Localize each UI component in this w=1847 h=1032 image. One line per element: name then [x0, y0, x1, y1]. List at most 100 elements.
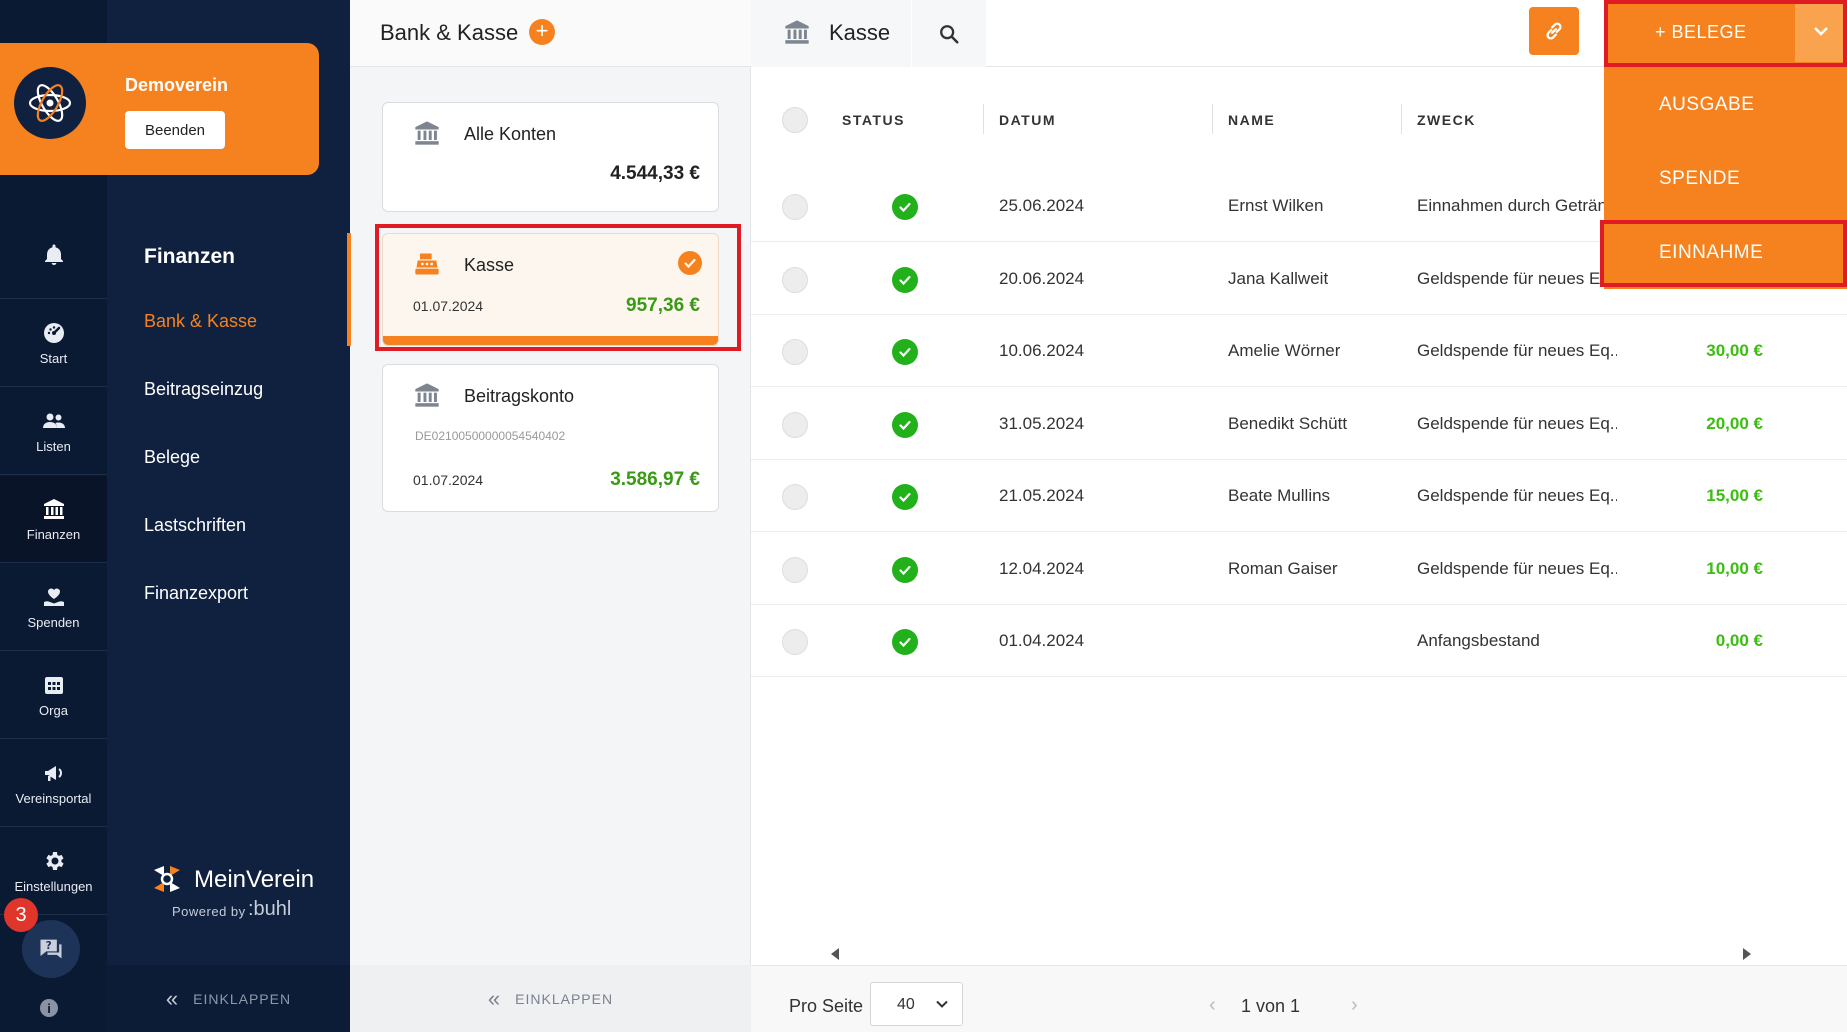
rail-start[interactable]: Start [0, 300, 107, 387]
table-row[interactable]: 31.05.2024 Benedikt Schütt Geldspende für … [751, 388, 1847, 460]
cell-date: 31.05.2024 [999, 413, 1085, 433]
nav-item-lastschriften[interactable]: Lastschriften [144, 515, 246, 536]
menu-item-einnahme[interactable]: EINNAHME [1659, 242, 1763, 264]
cell-name: Benedikt Schütt [1228, 413, 1348, 433]
account-card-all[interactable]: Alle Konten 4.544,33 € [382, 102, 719, 212]
calendar-icon [44, 676, 63, 694]
table-row[interactable]: 01.04.2024 Anfangsbestand 0,00 € [751, 605, 1847, 677]
status-check-icon [892, 411, 918, 438]
cell-purpose: Geldspende für neues Eq [1417, 268, 1610, 288]
belege-toggle[interactable] [1795, 0, 1847, 62]
account-card-kasse[interactable]: Kasse 01.07.2024 957,36 € [382, 233, 719, 346]
accounts-collapse-button[interactable]: « EINKLAPPEN [350, 965, 751, 1032]
megaphone-icon [44, 765, 62, 781]
account-iban: DE02100500000054540402 [415, 429, 566, 443]
menu-item-ausgabe[interactable]: AUSGABE [1659, 94, 1754, 116]
cell-name: Amelie Wörner [1228, 341, 1341, 360]
cell-purpose: Anfangsbestand [1417, 631, 1540, 650]
account-card-beitragskonto[interactable]: Beitragskonto DE02100500000054540402 01.… [382, 364, 719, 512]
cell-date: 12.04.2024 [999, 558, 1085, 578]
brand-buhl: :buhl [248, 898, 292, 920]
rail-orga-label: Orga [39, 702, 68, 718]
column-zweck[interactable]: ZWECK [1417, 112, 1476, 128]
row-checkbox[interactable] [782, 629, 808, 655]
nav-item-bank-kasse[interactable]: Bank & Kasse [144, 311, 257, 332]
meinverein-logo-icon [154, 866, 180, 892]
rail-notifications[interactable] [0, 212, 107, 299]
rail-orga[interactable]: Orga [0, 652, 107, 739]
accounts-collapse-label: EINKLAPPEN [515, 990, 614, 1007]
column-status[interactable]: STATUS [842, 112, 905, 128]
bank-icon [785, 20, 809, 44]
accounts-title: Bank & Kasse [380, 20, 519, 45]
cell-name: Beate Mullins [1228, 486, 1331, 505]
rail-finanzen[interactable]: Finanzen [0, 476, 107, 563]
nav-item-finanzexport[interactable]: Finanzexport [144, 583, 248, 604]
chat-question-icon: ? [40, 939, 62, 959]
info-icon[interactable]: i [40, 999, 58, 1017]
add-account-button[interactable]: + [529, 19, 555, 45]
account-date: 01.07.2024 [413, 472, 484, 488]
column-datum[interactable]: DATUM [999, 112, 1056, 128]
cell-purpose: Geldspende für neues Eq... [1417, 558, 1617, 578]
account-amount: 957,36 € [626, 295, 700, 316]
status-check-icon [892, 339, 918, 365]
cell-amount: 20,00 € [1706, 413, 1763, 433]
account-name: Kasse [464, 255, 515, 275]
row-checkbox[interactable] [782, 484, 808, 510]
rail-listen[interactable]: Listen [0, 388, 107, 475]
table-footer: Pro Seite 40 ‹ 1 von 1 › [751, 965, 1847, 1032]
cell-amount: 15,00 € [1706, 486, 1763, 505]
menu-item-spende[interactable]: SPENDE [1659, 168, 1740, 190]
chevron-left-icon[interactable]: ‹ [1209, 994, 1216, 1017]
account-amount: 3.586,97 € [610, 469, 700, 490]
status-check-icon [892, 194, 918, 220]
table-row[interactable]: 12.04.2024 Roman Gaiser Geldspende für neu… [751, 533, 1847, 605]
org-name: Demoverein [125, 75, 229, 95]
rail-spenden[interactable]: Spenden [0, 564, 107, 651]
column-separator [1212, 104, 1213, 134]
link-button[interactable] [1529, 7, 1579, 55]
column-name[interactable]: NAME [1228, 112, 1275, 128]
column-separator [983, 104, 984, 134]
brand-logo: MeinVerein Powered by :buhl [150, 860, 320, 930]
nav-item-beitragseinzug[interactable]: Beitragseinzug [144, 379, 263, 400]
cell-date: 20.06.2024 [999, 268, 1085, 288]
per-page-value: 40 [897, 996, 915, 1013]
search-icon [940, 24, 959, 44]
chevron-down-icon [1814, 27, 1828, 36]
bell-icon [44, 244, 63, 265]
rail-spenden-label: Spenden [27, 614, 80, 630]
belege-button[interactable]: + BELEGE [1608, 0, 1847, 67]
end-session-button[interactable]: Beenden [125, 111, 225, 149]
cell-date: 10.06.2024 [999, 341, 1085, 360]
nav-collapse-button[interactable]: « EINKLAPPEN [107, 965, 350, 1032]
table-row[interactable]: 10.06.2024 Amelie Wörner Geldspende für ne… [751, 315, 1847, 387]
horizontal-scrollbar[interactable] [831, 947, 1751, 960]
belege-label: + BELEGE [1655, 22, 1747, 42]
row-checkbox[interactable] [782, 411, 808, 438]
nav-collapse-label: EINKLAPPEN [193, 990, 292, 1007]
cell-purpose: Geldspende für neues Eq... [1417, 486, 1617, 505]
search-button[interactable] [911, 0, 986, 67]
row-checkbox[interactable] [782, 339, 808, 365]
per-page-select[interactable]: 40 [870, 982, 963, 1026]
chevron-right-icon[interactable]: › [1351, 994, 1358, 1017]
rail-vereinsportal[interactable]: Vereinsportal [0, 740, 107, 827]
link-icon [1546, 22, 1562, 40]
rail-vereinsportal-label: Vereinsportal [15, 790, 92, 806]
row-checkbox[interactable] [782, 556, 808, 583]
cell-date: 01.04.2024 [999, 631, 1085, 650]
account-name: Alle Konten [464, 124, 557, 144]
heart-hand-icon [43, 588, 64, 606]
cell-name: Jana Kallweit [1228, 268, 1329, 288]
account-date: 01.07.2024 [413, 298, 484, 314]
row-checkbox[interactable] [782, 266, 808, 293]
bank-icon [415, 383, 439, 407]
rail-einstellungen-label: Einstellungen [14, 878, 93, 894]
chevron-down-icon [936, 1000, 948, 1008]
nav-item-belege[interactable]: Belege [144, 447, 200, 468]
row-checkbox[interactable] [782, 194, 808, 220]
select-all-checkbox[interactable] [782, 107, 808, 133]
table-row[interactable]: 21.05.2024 Beate Mullins Geldspende für ne… [751, 460, 1847, 532]
